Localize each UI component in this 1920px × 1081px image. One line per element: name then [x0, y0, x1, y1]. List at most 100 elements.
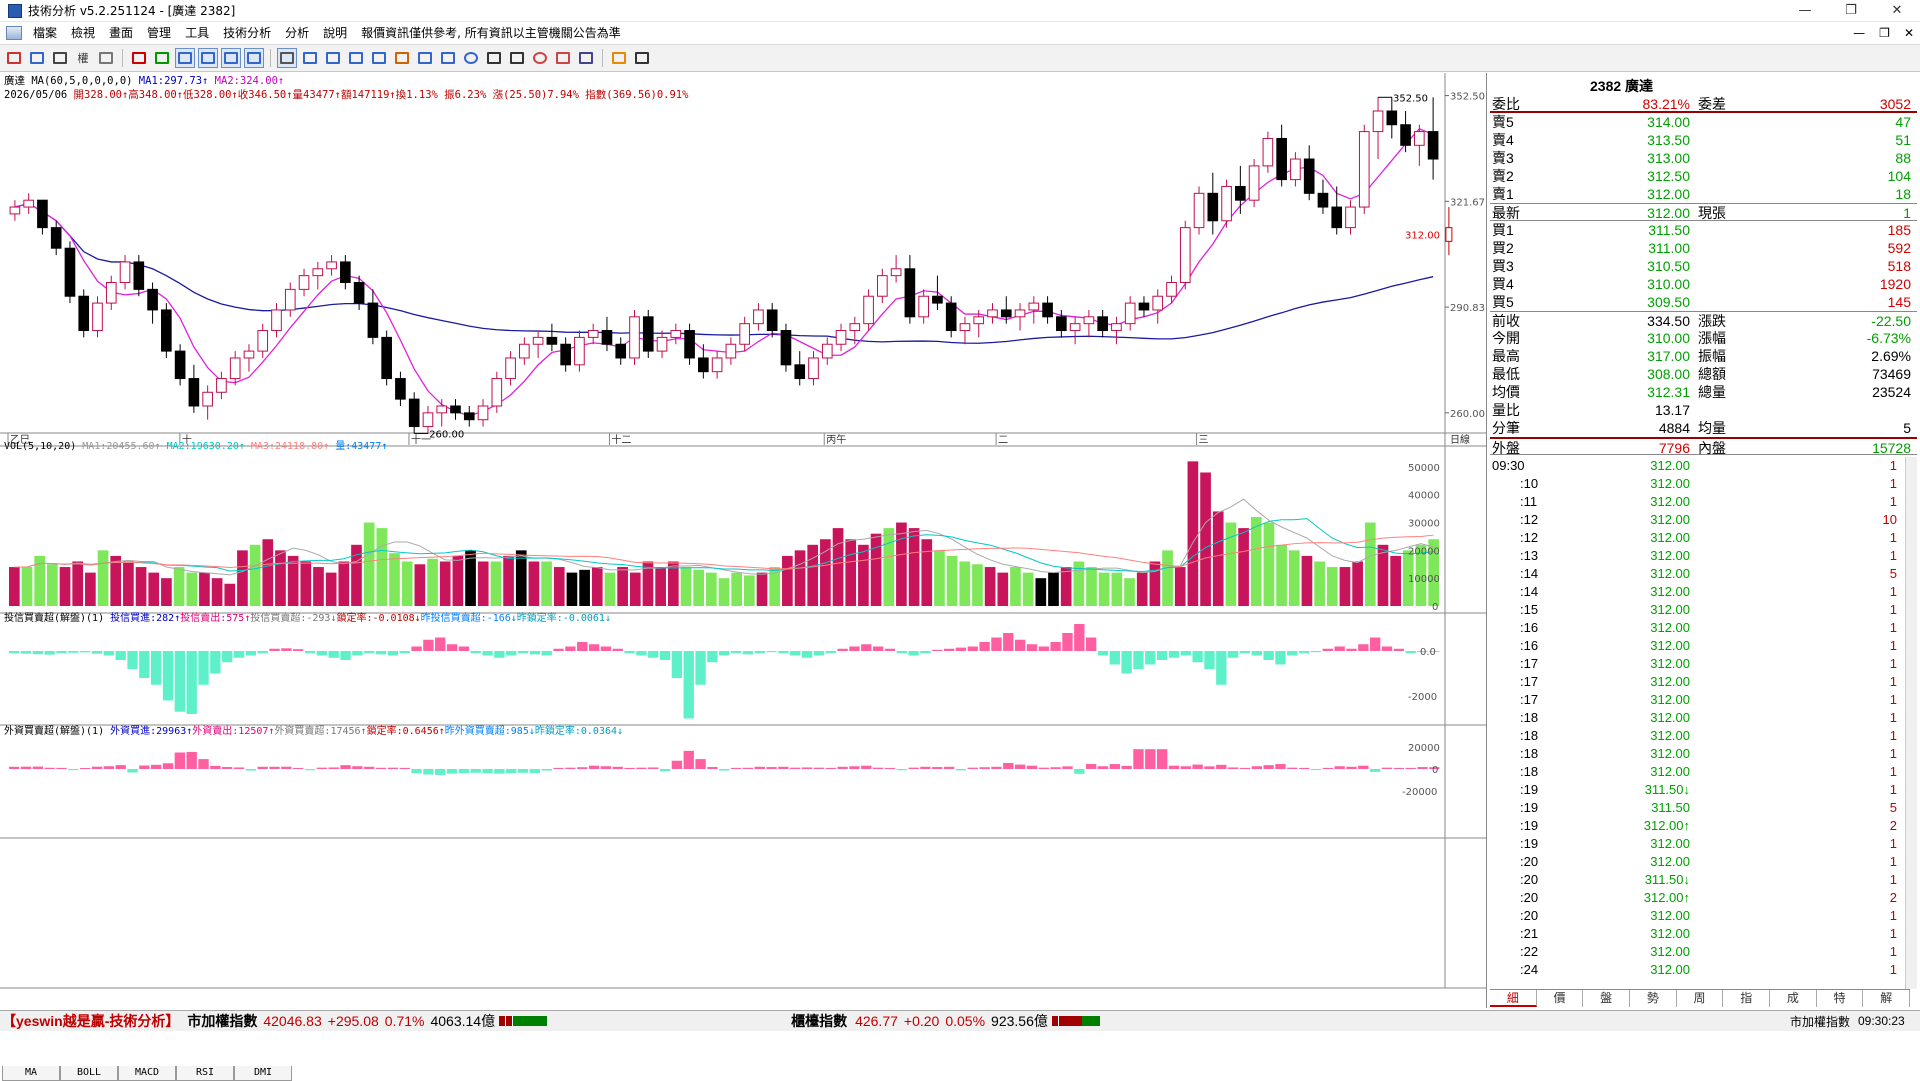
save-icon[interactable] [632, 48, 652, 68]
quote-tab-2[interactable]: 盤 [1583, 990, 1631, 1007]
candle [119, 261, 131, 284]
mdi-icon[interactable] [6, 26, 22, 40]
menu-help[interactable]: 說明 [316, 22, 354, 44]
quote-tab-3[interactable]: 勢 [1630, 990, 1677, 1007]
status-right-label[interactable]: 市加權指數 [1790, 1013, 1850, 1030]
vline-icon[interactable] [346, 48, 366, 68]
menu-technical[interactable]: 技術分析 [216, 22, 278, 44]
indicator-tab-boll[interactable]: BOLL [60, 1066, 118, 1081]
tick-price: 312.00 [1650, 512, 1690, 527]
window-title: 技術分析 v5.2.251124 - [廣達 2382] [28, 4, 236, 18]
menu-analysis[interactable]: 分析 [278, 22, 316, 44]
dropdown-icon[interactable] [96, 48, 116, 68]
chart-pane[interactable]: 乙巳十十一 十二 丙午二三日線 352.50 321.67 290.83 260.00 312… [0, 73, 1487, 1081]
ellipse-icon[interactable] [461, 48, 481, 68]
ma2-value: MA2:324.00↑ [214, 75, 285, 87]
candle [766, 309, 778, 332]
indicator-tab-rsi[interactable]: RSI [176, 1066, 234, 1081]
foreign-bar [399, 767, 410, 769]
ask-row: 賣4 313.50 51 [1490, 131, 1917, 149]
trust-bar [1239, 651, 1251, 654]
mdi-close-button[interactable]: ✕ [1904, 22, 1914, 44]
channel-icon[interactable] [415, 48, 435, 68]
candle [1179, 227, 1191, 284]
mdi-restore-button[interactable]: ❐ [1879, 22, 1890, 44]
volume-bar [731, 572, 743, 606]
volume-bar [1098, 572, 1110, 606]
volume-bar [553, 567, 565, 606]
menu-tools[interactable]: 工具 [178, 22, 216, 44]
candle [37, 199, 48, 229]
paste-icon[interactable] [576, 48, 596, 68]
tick-price: 312.00 [1650, 728, 1690, 743]
ohlc-date: 2026/05/06 [4, 89, 74, 101]
mdi-minimize-button[interactable]: — [1853, 22, 1865, 44]
foreign-bar [269, 766, 280, 769]
foreign-axis-label: 20000 [1408, 743, 1440, 754]
quote-tab-8[interactable]: 解 [1863, 990, 1911, 1007]
stat-value: 312.31 [1647, 384, 1690, 400]
foreign-bar [825, 767, 836, 769]
menu-file[interactable]: 檔案 [26, 22, 64, 44]
quote-tab-7[interactable]: 特 [1817, 990, 1864, 1007]
quote-tab-1[interactable]: 價 [1537, 990, 1584, 1007]
pointer-icon[interactable] [277, 48, 297, 68]
trust-bar [1038, 646, 1049, 651]
chart4-icon[interactable] [244, 48, 264, 68]
candle [450, 405, 461, 414]
menu-manage[interactable]: 管理 [140, 22, 178, 44]
candle [1193, 192, 1205, 229]
trust-bar [659, 651, 671, 660]
stat-value: 4884 [1658, 420, 1690, 436]
crosshair-icon[interactable] [27, 48, 47, 68]
grid-red-icon[interactable] [129, 48, 149, 68]
otc-name[interactable]: 櫃檯指數 [791, 1011, 847, 1031]
indicator-tab-dmi[interactable]: DMI [234, 1066, 292, 1081]
brush-icon[interactable] [553, 48, 573, 68]
bar-icon[interactable] [50, 48, 70, 68]
minimize-button[interactable]: — [1782, 0, 1828, 22]
maximize-button[interactable]: ❐ [1828, 0, 1874, 22]
grid-green-icon[interactable] [152, 48, 172, 68]
chart-canvas[interactable]: 乙巳十十一 十二 丙午二三日線352.50321.67290.83260.00312… [0, 73, 1487, 1008]
trust-bar [210, 651, 221, 674]
menu-view[interactable]: 檢視 [64, 22, 102, 44]
quote-tab-4[interactable]: 周 [1677, 990, 1724, 1007]
quote-tab-6[interactable]: 成 [1770, 990, 1817, 1007]
trust-bar [103, 651, 115, 656]
trust-bar [1405, 651, 1416, 654]
indicator-tab-macd[interactable]: MACD [118, 1066, 176, 1081]
quote-tab-5[interactable]: 指 [1723, 990, 1771, 1007]
gann-icon[interactable] [392, 48, 412, 68]
trust-bar [719, 651, 730, 656]
quote-tab-0[interactable]: 細 [1490, 990, 1537, 1007]
chart2-icon[interactable] [198, 48, 218, 68]
ohlc-info-line: 2026/05/06 開328.00↑高348.00↑低328.00↑收346.… [4, 88, 688, 102]
eraser-icon[interactable] [530, 48, 550, 68]
triangle-icon[interactable] [484, 48, 504, 68]
hline-icon[interactable] [323, 48, 343, 68]
colors-icon[interactable] [609, 48, 629, 68]
indicator-tab-ma[interactable]: MA [2, 1066, 60, 1081]
text-icon[interactable] [507, 48, 527, 68]
rect-icon[interactable] [438, 48, 458, 68]
chart1-icon[interactable] [175, 48, 195, 68]
close-button[interactable]: ✕ [1874, 0, 1920, 22]
tick-price: 312.00 [1650, 548, 1690, 563]
fan-icon[interactable] [369, 48, 389, 68]
layout-icon[interactable] [4, 48, 24, 68]
line-icon[interactable] [300, 48, 320, 68]
trust-bar [352, 651, 363, 656]
channel-icon-glyph [418, 52, 432, 64]
bid-row: 買2 311.00 592 [1490, 239, 1917, 257]
tick-list[interactable]: 09:30 312.00 1:10 312.00 1:11 312.00 1:12 312.0… [1490, 457, 1917, 989]
menu-screen[interactable]: 畫面 [102, 22, 140, 44]
chart3-icon[interactable] [221, 48, 241, 68]
tick-scrollbar[interactable] [1905, 457, 1917, 989]
foreign-bar [1050, 767, 1061, 769]
weight-button[interactable]: 權 [73, 48, 93, 68]
trust-bar [790, 651, 801, 656]
volume-bar [845, 539, 857, 606]
twse-name[interactable]: 市加權指數 [187, 1011, 257, 1031]
candle [987, 309, 998, 318]
